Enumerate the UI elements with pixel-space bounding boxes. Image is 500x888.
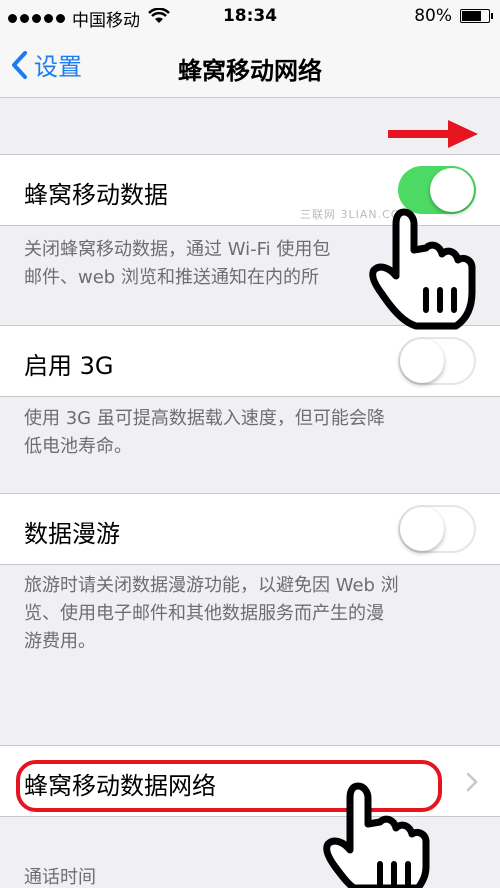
enable-3g-row: 启用 3G <box>0 325 500 397</box>
note-line: 旅游时请关闭数据漫游功能，以避免因 Web 浏 <box>24 575 399 596</box>
battery-percent: 80% <box>414 6 452 26</box>
data-roaming-toggle[interactable] <box>398 505 476 553</box>
pointing-hand-icon <box>323 782 430 888</box>
toggle-knob <box>400 339 444 383</box>
note-line: 低电池寿命。 <box>24 436 132 457</box>
data-roaming-note: 旅游时请关闭数据漫游功能，以避免因 Web 浏 览、使用电子邮件和其他数据服务而… <box>24 572 484 656</box>
data-roaming-row: 数据漫游 <box>0 493 500 565</box>
pointing-hand-icon <box>369 208 476 330</box>
navigation-bar: 设置 蜂窝移动网络 <box>0 34 500 98</box>
battery-icon <box>460 9 493 23</box>
disclosure-chevron-icon <box>466 772 478 792</box>
status-bar: 中国移动 18:34 80% <box>0 0 500 34</box>
toggle-knob <box>400 507 444 551</box>
note-line: 览、使用电子邮件和其他数据服务而产生的漫 <box>24 603 384 624</box>
red-arrow-icon <box>388 120 478 148</box>
section-header-call-time: 通话时间 <box>24 867 96 888</box>
note-line: 游费用。 <box>24 631 96 652</box>
data-roaming-label: 数据漫游 <box>24 520 120 548</box>
battery-fill <box>462 11 482 21</box>
enable-3g-label: 启用 3G <box>24 352 114 380</box>
enable-3g-note: 使用 3G 虽可提高数据载入速度，但可能会降 低电池寿命。 <box>24 405 484 461</box>
status-right: 80% <box>414 6 493 26</box>
note-line: 使用 3G 虽可提高数据载入速度，但可能会降 <box>24 408 385 429</box>
page-title: 蜂窝移动网络 <box>178 57 322 85</box>
cellular-data-label: 蜂窝移动数据 <box>24 181 168 209</box>
enable-3g-toggle[interactable] <box>398 337 476 385</box>
